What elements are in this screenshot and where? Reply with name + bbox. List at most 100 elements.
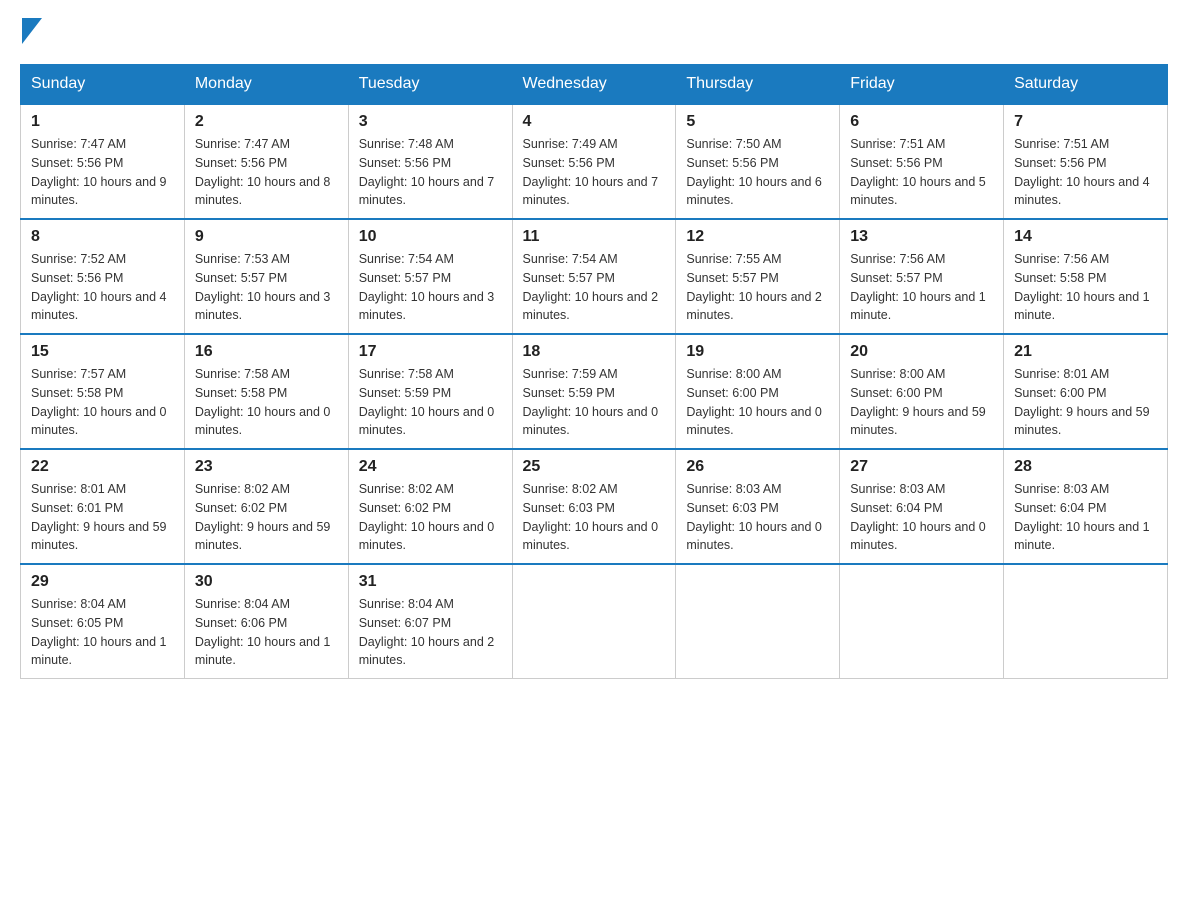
calendar-cell: 11 Sunrise: 7:54 AMSunset: 5:57 PMDaylig…: [512, 219, 676, 334]
calendar-cell: 14 Sunrise: 7:56 AMSunset: 5:58 PMDaylig…: [1004, 219, 1168, 334]
day-number: 10: [359, 228, 502, 246]
day-info: Sunrise: 8:03 AMSunset: 6:04 PMDaylight:…: [1014, 482, 1150, 552]
day-number: 11: [523, 228, 666, 246]
day-number: 28: [1014, 458, 1157, 476]
day-number: 24: [359, 458, 502, 476]
calendar-cell: 5 Sunrise: 7:50 AMSunset: 5:56 PMDayligh…: [676, 104, 840, 219]
day-number: 3: [359, 113, 502, 131]
logo-triangle-icon: [22, 18, 42, 44]
calendar-cell: 18 Sunrise: 7:59 AMSunset: 5:59 PMDaylig…: [512, 334, 676, 449]
weekday-header-thursday: Thursday: [676, 65, 840, 105]
calendar-cell: 9 Sunrise: 7:53 AMSunset: 5:57 PMDayligh…: [184, 219, 348, 334]
calendar-week-row: 8 Sunrise: 7:52 AMSunset: 5:56 PMDayligh…: [21, 219, 1168, 334]
day-info: Sunrise: 8:02 AMSunset: 6:02 PMDaylight:…: [359, 482, 495, 552]
calendar-cell: 28 Sunrise: 8:03 AMSunset: 6:04 PMDaylig…: [1004, 449, 1168, 564]
calendar-cell: 13 Sunrise: 7:56 AMSunset: 5:57 PMDaylig…: [840, 219, 1004, 334]
day-info: Sunrise: 7:47 AMSunset: 5:56 PMDaylight:…: [195, 137, 331, 207]
calendar-cell: 29 Sunrise: 8:04 AMSunset: 6:05 PMDaylig…: [21, 564, 185, 679]
day-info: Sunrise: 7:51 AMSunset: 5:56 PMDaylight:…: [850, 137, 986, 207]
day-number: 18: [523, 343, 666, 361]
calendar-cell: 16 Sunrise: 7:58 AMSunset: 5:58 PMDaylig…: [184, 334, 348, 449]
calendar-cell: 15 Sunrise: 7:57 AMSunset: 5:58 PMDaylig…: [21, 334, 185, 449]
calendar-cell: 31 Sunrise: 8:04 AMSunset: 6:07 PMDaylig…: [348, 564, 512, 679]
day-info: Sunrise: 8:01 AMSunset: 6:01 PMDaylight:…: [31, 482, 167, 552]
day-info: Sunrise: 8:00 AMSunset: 6:00 PMDaylight:…: [686, 367, 822, 437]
day-info: Sunrise: 7:54 AMSunset: 5:57 PMDaylight:…: [523, 252, 659, 322]
calendar-cell: 20 Sunrise: 8:00 AMSunset: 6:00 PMDaylig…: [840, 334, 1004, 449]
weekday-header-row: SundayMondayTuesdayWednesdayThursdayFrid…: [21, 65, 1168, 105]
logo: [20, 20, 42, 44]
day-info: Sunrise: 8:03 AMSunset: 6:03 PMDaylight:…: [686, 482, 822, 552]
day-number: 27: [850, 458, 993, 476]
day-info: Sunrise: 8:01 AMSunset: 6:00 PMDaylight:…: [1014, 367, 1150, 437]
weekday-header-monday: Monday: [184, 65, 348, 105]
day-info: Sunrise: 7:51 AMSunset: 5:56 PMDaylight:…: [1014, 137, 1150, 207]
calendar-cell: 26 Sunrise: 8:03 AMSunset: 6:03 PMDaylig…: [676, 449, 840, 564]
calendar-cell: [840, 564, 1004, 679]
day-info: Sunrise: 7:58 AMSunset: 5:59 PMDaylight:…: [359, 367, 495, 437]
day-info: Sunrise: 7:56 AMSunset: 5:58 PMDaylight:…: [1014, 252, 1150, 322]
calendar-cell: 27 Sunrise: 8:03 AMSunset: 6:04 PMDaylig…: [840, 449, 1004, 564]
day-number: 1: [31, 113, 174, 131]
calendar-cell: 10 Sunrise: 7:54 AMSunset: 5:57 PMDaylig…: [348, 219, 512, 334]
day-info: Sunrise: 7:55 AMSunset: 5:57 PMDaylight:…: [686, 252, 822, 322]
day-info: Sunrise: 8:02 AMSunset: 6:02 PMDaylight:…: [195, 482, 331, 552]
day-number: 7: [1014, 113, 1157, 131]
calendar-cell: 24 Sunrise: 8:02 AMSunset: 6:02 PMDaylig…: [348, 449, 512, 564]
day-number: 16: [195, 343, 338, 361]
weekday-header-saturday: Saturday: [1004, 65, 1168, 105]
day-info: Sunrise: 8:04 AMSunset: 6:05 PMDaylight:…: [31, 597, 167, 667]
weekday-header-wednesday: Wednesday: [512, 65, 676, 105]
day-number: 30: [195, 573, 338, 591]
day-number: 6: [850, 113, 993, 131]
calendar-cell: 17 Sunrise: 7:58 AMSunset: 5:59 PMDaylig…: [348, 334, 512, 449]
day-number: 29: [31, 573, 174, 591]
day-info: Sunrise: 8:04 AMSunset: 6:06 PMDaylight:…: [195, 597, 331, 667]
day-number: 31: [359, 573, 502, 591]
day-number: 2: [195, 113, 338, 131]
day-info: Sunrise: 7:53 AMSunset: 5:57 PMDaylight:…: [195, 252, 331, 322]
calendar-week-row: 29 Sunrise: 8:04 AMSunset: 6:05 PMDaylig…: [21, 564, 1168, 679]
day-number: 5: [686, 113, 829, 131]
calendar-cell: [512, 564, 676, 679]
calendar-week-row: 1 Sunrise: 7:47 AMSunset: 5:56 PMDayligh…: [21, 104, 1168, 219]
weekday-header-sunday: Sunday: [21, 65, 185, 105]
day-info: Sunrise: 7:58 AMSunset: 5:58 PMDaylight:…: [195, 367, 331, 437]
day-info: Sunrise: 7:48 AMSunset: 5:56 PMDaylight:…: [359, 137, 495, 207]
day-info: Sunrise: 7:59 AMSunset: 5:59 PMDaylight:…: [523, 367, 659, 437]
calendar-cell: 23 Sunrise: 8:02 AMSunset: 6:02 PMDaylig…: [184, 449, 348, 564]
day-number: 21: [1014, 343, 1157, 361]
calendar-cell: 19 Sunrise: 8:00 AMSunset: 6:00 PMDaylig…: [676, 334, 840, 449]
day-number: 8: [31, 228, 174, 246]
calendar-cell: 30 Sunrise: 8:04 AMSunset: 6:06 PMDaylig…: [184, 564, 348, 679]
day-info: Sunrise: 8:03 AMSunset: 6:04 PMDaylight:…: [850, 482, 986, 552]
day-info: Sunrise: 8:04 AMSunset: 6:07 PMDaylight:…: [359, 597, 495, 667]
day-info: Sunrise: 8:00 AMSunset: 6:00 PMDaylight:…: [850, 367, 986, 437]
day-info: Sunrise: 7:47 AMSunset: 5:56 PMDaylight:…: [31, 137, 167, 207]
weekday-header-tuesday: Tuesday: [348, 65, 512, 105]
day-number: 20: [850, 343, 993, 361]
day-info: Sunrise: 7:57 AMSunset: 5:58 PMDaylight:…: [31, 367, 167, 437]
calendar-cell: 22 Sunrise: 8:01 AMSunset: 6:01 PMDaylig…: [21, 449, 185, 564]
day-info: Sunrise: 7:49 AMSunset: 5:56 PMDaylight:…: [523, 137, 659, 207]
calendar-cell: 7 Sunrise: 7:51 AMSunset: 5:56 PMDayligh…: [1004, 104, 1168, 219]
day-number: 12: [686, 228, 829, 246]
day-info: Sunrise: 7:56 AMSunset: 5:57 PMDaylight:…: [850, 252, 986, 322]
calendar-cell: 8 Sunrise: 7:52 AMSunset: 5:56 PMDayligh…: [21, 219, 185, 334]
day-number: 9: [195, 228, 338, 246]
calendar-cell: [676, 564, 840, 679]
day-info: Sunrise: 7:50 AMSunset: 5:56 PMDaylight:…: [686, 137, 822, 207]
day-number: 15: [31, 343, 174, 361]
calendar-cell: 6 Sunrise: 7:51 AMSunset: 5:56 PMDayligh…: [840, 104, 1004, 219]
calendar-cell: 2 Sunrise: 7:47 AMSunset: 5:56 PMDayligh…: [184, 104, 348, 219]
calendar-cell: 12 Sunrise: 7:55 AMSunset: 5:57 PMDaylig…: [676, 219, 840, 334]
day-number: 26: [686, 458, 829, 476]
calendar-week-row: 22 Sunrise: 8:01 AMSunset: 6:01 PMDaylig…: [21, 449, 1168, 564]
day-info: Sunrise: 7:54 AMSunset: 5:57 PMDaylight:…: [359, 252, 495, 322]
day-number: 25: [523, 458, 666, 476]
calendar-cell: [1004, 564, 1168, 679]
day-number: 14: [1014, 228, 1157, 246]
page-header: [20, 20, 1168, 44]
day-number: 13: [850, 228, 993, 246]
calendar-table: SundayMondayTuesdayWednesdayThursdayFrid…: [20, 64, 1168, 679]
